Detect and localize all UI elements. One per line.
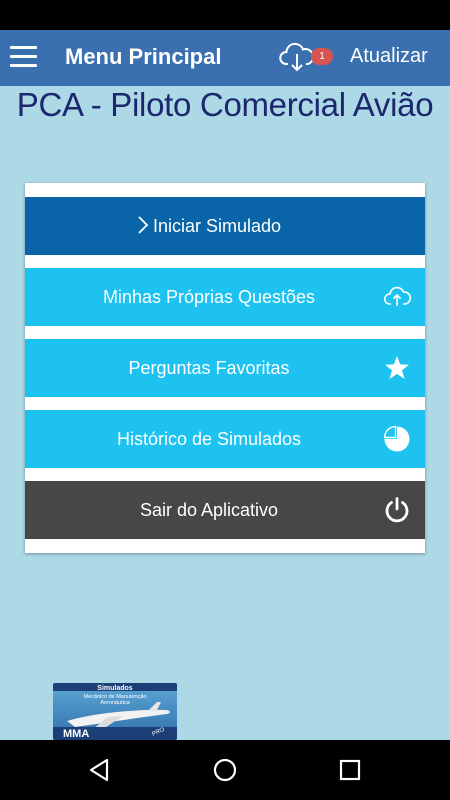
system-nav-bar: [0, 740, 450, 800]
recents-icon[interactable]: [337, 758, 363, 782]
status-bar: [0, 0, 450, 30]
chevron-right-icon: [138, 216, 149, 234]
update-button[interactable]: Atualizar: [350, 45, 428, 68]
own-questions-label: Minhas Próprias Questões: [102, 287, 316, 307]
start-simulation-label: Iniciar Simulado: [152, 216, 282, 236]
exit-app-button[interactable]: Sair do Aplicativo: [25, 481, 425, 539]
banner-brand: MMA: [63, 728, 89, 740]
app-bar: Menu Principal 1 Atualizar: [0, 30, 450, 86]
app-title: Menu Principal: [65, 44, 222, 69]
cloud-upload-icon: [383, 286, 411, 306]
simulation-history-button[interactable]: Histórico de Simulados: [25, 410, 425, 468]
hamburger-menu-icon[interactable]: [10, 46, 37, 68]
home-icon[interactable]: [212, 758, 238, 782]
pie-chart-icon: [383, 425, 410, 452]
banner-title: Simulados: [97, 685, 133, 692]
back-icon[interactable]: [87, 758, 113, 782]
cloud-download-button[interactable]: 1: [279, 38, 337, 78]
power-icon: [385, 497, 409, 523]
page-title: PCA - Piloto Comercial Avião: [16, 86, 434, 123]
star-icon: [385, 356, 409, 379]
simulation-history-label: Histórico de Simulados: [116, 429, 302, 449]
favorite-questions-button[interactable]: Perguntas Favoritas: [25, 339, 425, 397]
main-menu-card: Iniciar Simulado Minhas Próprias Questõe…: [25, 183, 425, 553]
favorite-questions-label: Perguntas Favoritas: [128, 358, 290, 378]
cloud-download-icon: [279, 42, 315, 72]
update-count-badge: 1: [311, 48, 333, 65]
exit-app-label: Sair do Aplicativo: [139, 500, 279, 520]
promo-app-banner[interactable]: Simulados Mecânico de Manutenção Aeronáu…: [53, 683, 177, 740]
airplane-banner-image: Simulados Mecânico de Manutenção Aeronáu…: [53, 683, 177, 740]
banner-subtitle-line2: Aeronáutica: [100, 700, 130, 706]
own-questions-button[interactable]: Minhas Próprias Questões: [25, 268, 425, 326]
start-simulation-button[interactable]: Iniciar Simulado: [25, 197, 425, 255]
